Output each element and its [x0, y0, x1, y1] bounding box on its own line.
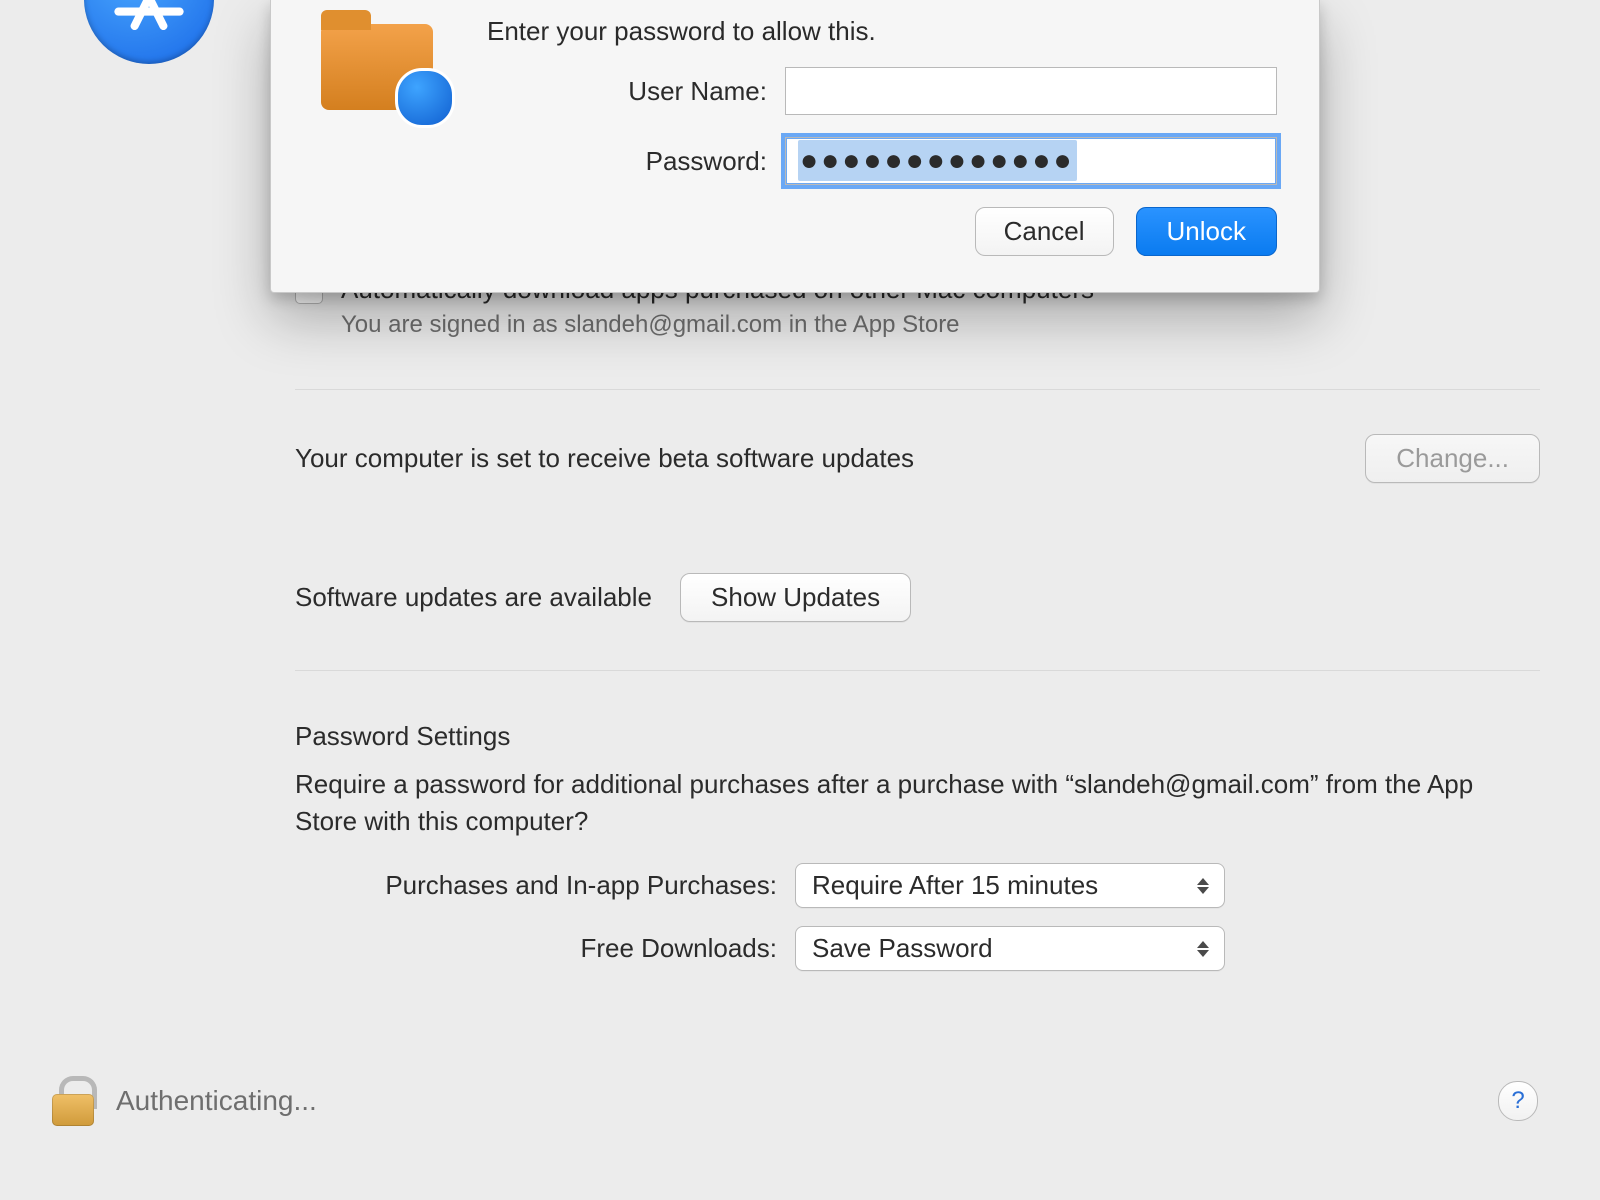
- separator: [295, 389, 1540, 390]
- username-field[interactable]: [785, 67, 1277, 115]
- password-field[interactable]: ●●●●●●●●●●●●●: [785, 137, 1277, 185]
- signed-in-subtext: You are signed in as slandeh@gmail.com i…: [341, 309, 1094, 341]
- purchases-select[interactable]: Require After 15 minutes: [795, 863, 1225, 908]
- auth-dialog-title: Enter your password to allow this.: [487, 16, 1277, 47]
- beta-updates-text: Your computer is set to receive beta sof…: [295, 443, 1337, 474]
- lock-status-text: Authenticating...: [116, 1085, 317, 1117]
- help-button[interactable]: ?: [1498, 1081, 1538, 1121]
- change-button[interactable]: Change...: [1365, 434, 1540, 483]
- password-settings-form: Purchases and In-app Purchases: Require …: [295, 863, 1540, 971]
- app-store-preferences-pane: Automatically download apps purchased on…: [0, 0, 1600, 1200]
- preferences-content: Automatically download apps purchased on…: [295, 272, 1540, 971]
- free-downloads-select[interactable]: Save Password: [795, 926, 1225, 971]
- password-settings-description: Require a password for additional purcha…: [295, 766, 1540, 839]
- username-label: User Name:: [487, 76, 785, 107]
- unlock-button[interactable]: Unlock: [1136, 207, 1277, 256]
- software-updates-text: Software updates are available: [295, 582, 652, 613]
- lock-icon[interactable]: [52, 1076, 94, 1126]
- free-downloads-select-value: Save Password: [812, 933, 993, 964]
- app-store-icon: [84, 0, 214, 64]
- stepper-icon: [1194, 875, 1212, 897]
- auth-dialog: Enter your password to allow this. User …: [270, 0, 1320, 293]
- separator: [295, 670, 1540, 671]
- preferences-footer: Authenticating... ?: [52, 1076, 1538, 1126]
- stepper-icon: [1194, 938, 1212, 960]
- cancel-button[interactable]: Cancel: [975, 207, 1114, 256]
- software-updates-row: Software updates are available Show Upda…: [295, 573, 1540, 622]
- password-settings-heading: Password Settings: [295, 721, 1540, 752]
- purchases-label: Purchases and In-app Purchases:: [385, 870, 795, 901]
- beta-updates-row: Your computer is set to receive beta sof…: [295, 434, 1540, 483]
- show-updates-button[interactable]: Show Updates: [680, 573, 911, 622]
- free-downloads-label: Free Downloads:: [580, 933, 795, 964]
- password-label: Password:: [487, 146, 785, 177]
- system-preferences-icon: [313, 16, 453, 124]
- purchases-select-value: Require After 15 minutes: [812, 870, 1098, 901]
- password-masked: ●●●●●●●●●●●●●: [798, 140, 1077, 181]
